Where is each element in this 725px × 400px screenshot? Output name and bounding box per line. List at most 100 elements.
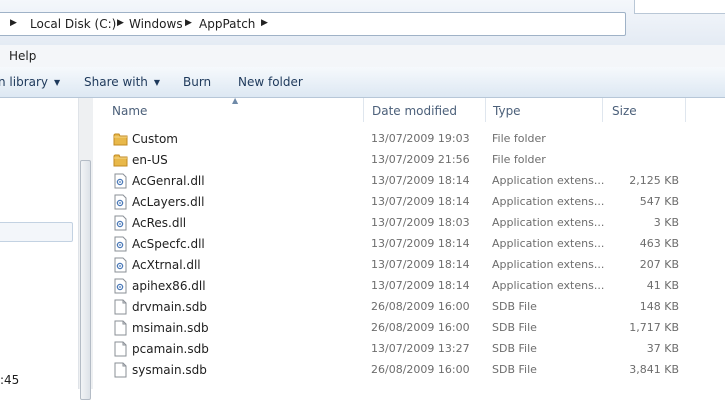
- file-row[interactable]: en-US 13/07/2009 21:56 File folder: [105, 150, 705, 171]
- file-type: SDB File: [492, 363, 537, 376]
- file-row[interactable]: AcGenral.dll 13/07/2009 18:14 Applicatio…: [105, 171, 705, 192]
- address-bar: ▶ Local Disk (C:) ▶ Windows ▶ AppPatch ▶: [0, 0, 725, 45]
- include-in-library-label: n library: [0, 75, 49, 89]
- file-date: 13/07/2009 18:14: [371, 258, 470, 271]
- file-date: 13/07/2009 21:56: [371, 153, 470, 166]
- folder-icon: [113, 154, 128, 167]
- file-name: msimain.sdb: [132, 321, 209, 335]
- dropdown-caret-icon: ▼: [54, 78, 61, 87]
- share-with-label: Share with: [84, 75, 148, 89]
- file-size: 41 KB: [646, 279, 679, 292]
- sdb-file-icon: [114, 299, 127, 315]
- chevron-right-icon[interactable]: ▶: [261, 18, 268, 28]
- file-name: en-US: [132, 153, 168, 167]
- file-size: 547 KB: [639, 195, 679, 208]
- file-name: pcamain.sdb: [132, 342, 209, 356]
- file-row[interactable]: sysmain.sdb 26/08/2009 16:00 SDB File 3,…: [105, 360, 705, 381]
- nav-item-text: :45: [0, 373, 20, 387]
- file-name: sysmain.sdb: [132, 363, 207, 377]
- file-row[interactable]: pcamain.sdb 13/07/2009 13:27 SDB File 37…: [105, 339, 705, 360]
- file-date: 13/07/2009 19:03: [371, 132, 470, 145]
- file-size: 463 KB: [639, 237, 679, 250]
- column-divider[interactable]: [485, 98, 486, 122]
- file-row[interactable]: AcSpecfc.dll 13/07/2009 18:14 Applicatio…: [105, 234, 705, 255]
- file-name: AcLayers.dll: [132, 195, 205, 209]
- chevron-right-icon[interactable]: ▶: [10, 18, 17, 28]
- dropdown-caret-icon: ▼: [153, 78, 161, 87]
- file-date: 13/07/2009 18:14: [371, 174, 470, 187]
- file-date: 13/07/2009 18:14: [371, 279, 470, 292]
- file-date: 13/07/2009 18:14: [371, 237, 470, 250]
- file-type: SDB File: [492, 321, 537, 334]
- file-row[interactable]: msimain.sdb 26/08/2009 16:00 SDB File 1,…: [105, 318, 705, 339]
- file-name: apihex86.dll: [132, 279, 206, 293]
- file-size: 148 KB: [639, 300, 679, 313]
- column-divider[interactable]: [363, 98, 364, 122]
- file-size: 3,841 KB: [629, 363, 679, 376]
- dll-icon: [114, 194, 127, 210]
- file-row[interactable]: drvmain.sdb 26/08/2009 16:00 SDB File 14…: [105, 297, 705, 318]
- file-date: 13/07/2009 18:14: [371, 195, 470, 208]
- breadcrumb-windows[interactable]: Windows: [129, 17, 183, 31]
- file-row[interactable]: AcXtrnal.dll 13/07/2009 18:14 Applicatio…: [105, 255, 705, 276]
- command-bar: n library ▼ Share with ▼ Burn New folder: [0, 67, 725, 98]
- burn-button[interactable]: Burn: [183, 75, 211, 89]
- dll-icon: [114, 173, 127, 189]
- file-row[interactable]: Custom 13/07/2009 19:03 File folder: [105, 129, 705, 150]
- chevron-right-icon[interactable]: ▶: [185, 18, 192, 28]
- nav-scrollbar[interactable]: [78, 98, 93, 400]
- column-header-type[interactable]: Type: [493, 104, 521, 118]
- file-date: 13/07/2009 18:03: [371, 216, 470, 229]
- file-name: AcGenral.dll: [132, 174, 205, 188]
- share-with-button[interactable]: Share with ▼: [84, 75, 160, 89]
- column-header-date[interactable]: Date modified: [372, 104, 457, 118]
- file-type: Application extens...: [492, 174, 605, 187]
- file-row[interactable]: AcRes.dll 13/07/2009 18:03 Application e…: [105, 213, 705, 234]
- file-name: AcSpecfc.dll: [132, 237, 205, 251]
- file-type: Application extens...: [492, 216, 605, 229]
- breadcrumb-apppatch[interactable]: AppPatch: [199, 17, 255, 31]
- file-type: Application extens...: [492, 237, 605, 250]
- file-size: 2,125 KB: [629, 174, 679, 187]
- dll-icon: [114, 257, 127, 273]
- file-size: 207 KB: [639, 258, 679, 271]
- breadcrumb-local-disk[interactable]: Local Disk (C:): [30, 17, 116, 31]
- file-size: 3 KB: [653, 216, 679, 229]
- sdb-file-icon: [114, 320, 127, 336]
- file-type: Application extens...: [492, 279, 605, 292]
- include-in-library-button[interactable]: n library ▼: [0, 75, 60, 89]
- menu-bar: Help: [0, 45, 725, 68]
- search-input[interactable]: [634, 0, 725, 14]
- folder-icon: [113, 133, 128, 146]
- file-name: AcRes.dll: [132, 216, 187, 230]
- dll-icon: [114, 236, 127, 252]
- sdb-file-icon: [114, 341, 127, 357]
- file-date: 26/08/2009 16:00: [371, 363, 470, 376]
- file-name: Custom: [132, 132, 178, 146]
- file-type: File folder: [492, 153, 546, 166]
- file-type: File folder: [492, 132, 546, 145]
- navigation-pane: :45: [0, 98, 78, 389]
- column-divider[interactable]: [685, 98, 686, 122]
- chevron-right-icon[interactable]: ▶: [117, 18, 124, 28]
- new-folder-button[interactable]: New folder: [238, 75, 303, 89]
- column-header-row: ▲ Name Date modified Type Size: [93, 96, 725, 122]
- address-field[interactable]: ▶ Local Disk (C:) ▶ Windows ▶ AppPatch ▶: [0, 12, 626, 36]
- file-type: Application extens...: [492, 195, 605, 208]
- file-name: AcXtrnal.dll: [132, 258, 201, 272]
- file-size: 37 KB: [646, 342, 679, 355]
- column-header-name[interactable]: Name: [112, 104, 147, 118]
- nav-selected-item[interactable]: [0, 222, 73, 242]
- file-name: drvmain.sdb: [132, 300, 207, 314]
- file-row[interactable]: apihex86.dll 13/07/2009 18:14 Applicatio…: [105, 276, 705, 297]
- file-date: 13/07/2009 13:27: [371, 342, 470, 355]
- column-divider[interactable]: [602, 98, 603, 122]
- file-row[interactable]: AcLayers.dll 13/07/2009 18:14 Applicatio…: [105, 192, 705, 213]
- sort-ascending-icon: ▲: [232, 96, 239, 105]
- file-type: SDB File: [492, 300, 537, 313]
- sdb-file-icon: [114, 362, 127, 378]
- column-header-size[interactable]: Size: [612, 104, 637, 118]
- scrollbar-thumb[interactable]: [80, 160, 91, 400]
- menu-help[interactable]: Help: [9, 49, 36, 63]
- file-type: Application extens...: [492, 258, 605, 271]
